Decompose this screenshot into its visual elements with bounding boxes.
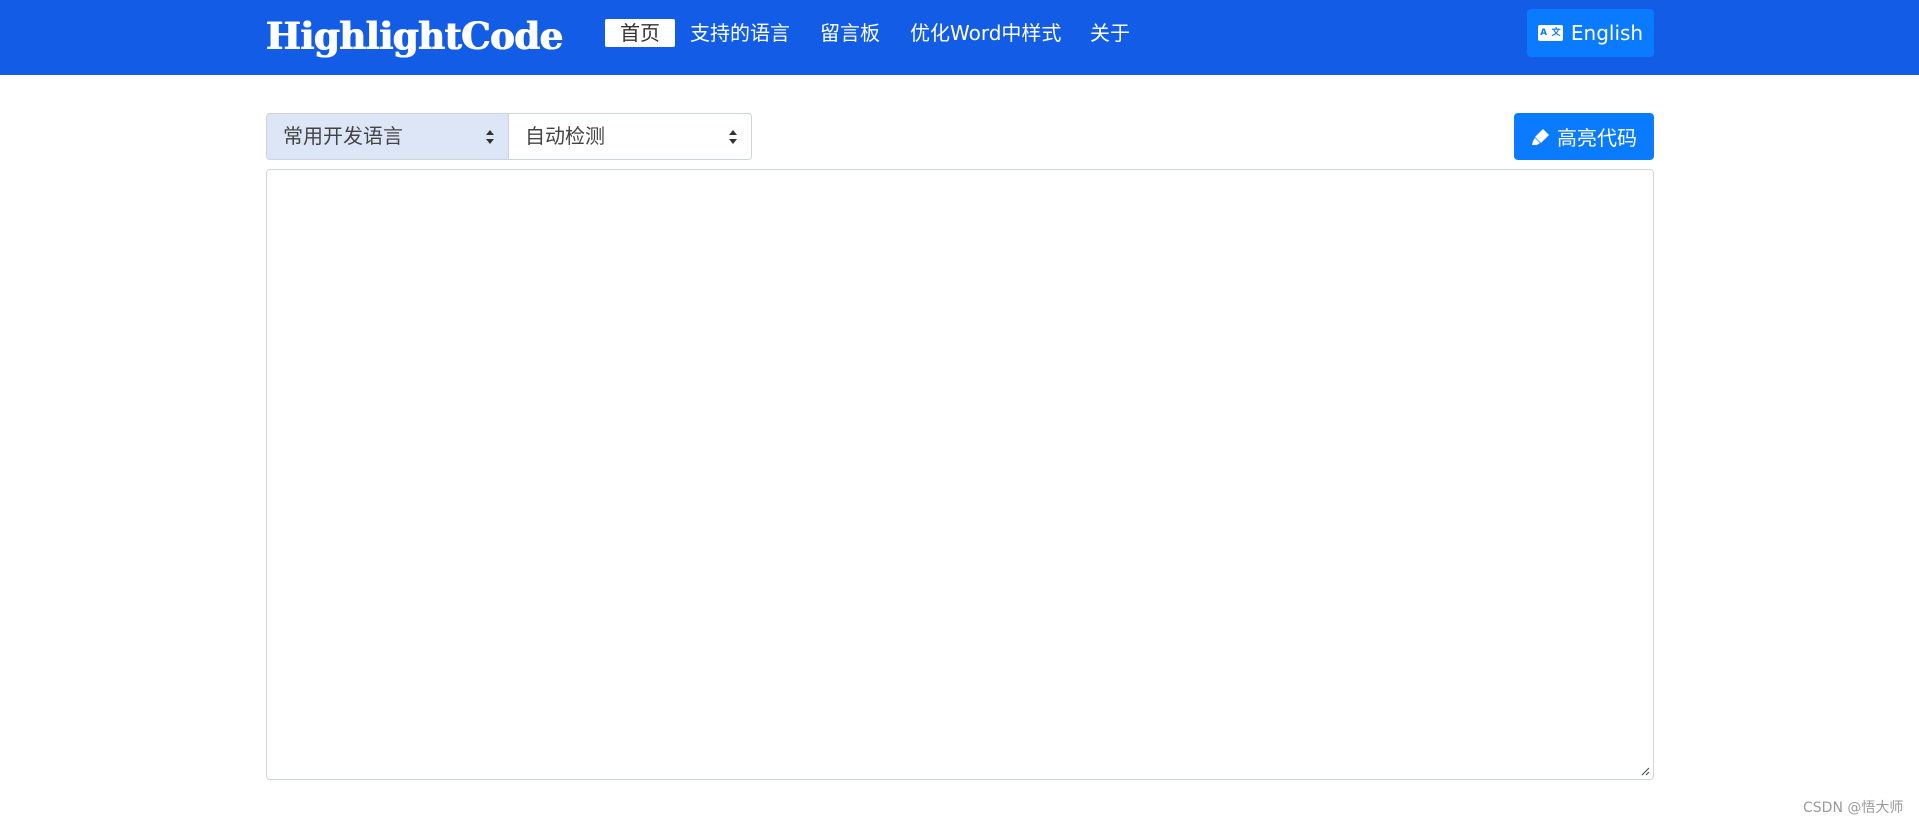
- code-input-textarea[interactable]: [266, 169, 1654, 780]
- nav-guestbook[interactable]: 留言板: [820, 18, 880, 48]
- translate-icon: A文: [1537, 25, 1563, 41]
- top-navbar: HighlightCode 首页 支持的语言 留言板 优化Word中样式 关于 …: [0, 0, 1919, 75]
- sort-arrows-icon: [486, 130, 494, 144]
- language-category-value: 常用开发语言: [283, 124, 403, 148]
- nav-supported-languages[interactable]: 支持的语言: [690, 18, 790, 48]
- nav-word-style[interactable]: 优化Word中样式: [910, 18, 1061, 48]
- language-select[interactable]: 自动检测: [508, 113, 752, 160]
- watermark-text: CSDN @悟大师: [1803, 800, 1904, 816]
- language-category-select[interactable]: 常用开发语言: [266, 113, 509, 160]
- language-switch-label: English: [1570, 21, 1644, 45]
- language-switch-button[interactable]: A文 English: [1527, 9, 1654, 57]
- resize-grip-icon[interactable]: [1640, 766, 1650, 776]
- highlighter-icon: [1532, 128, 1549, 145]
- language-select-value: 自动检测: [525, 124, 605, 148]
- highlight-code-button[interactable]: 高亮代码: [1514, 113, 1654, 160]
- nav-home[interactable]: 首页: [605, 19, 675, 47]
- nav-about[interactable]: 关于: [1090, 18, 1130, 48]
- brand-logo[interactable]: HighlightCode: [266, 14, 563, 58]
- highlight-code-label: 高亮代码: [1557, 126, 1637, 150]
- sort-arrows-icon: [729, 130, 737, 144]
